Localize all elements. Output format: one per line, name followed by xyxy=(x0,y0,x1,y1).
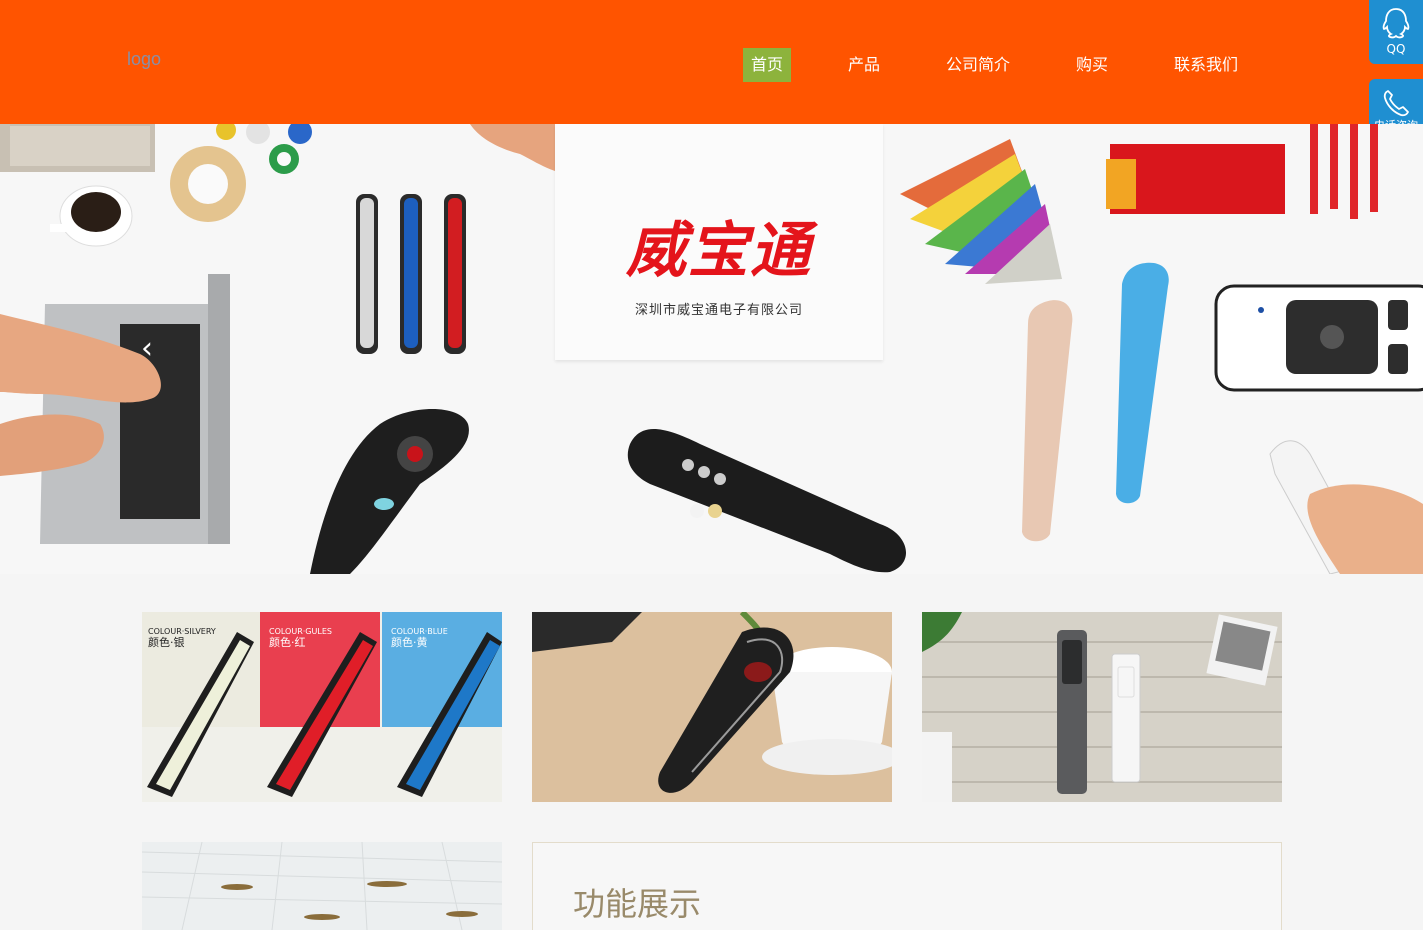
remote-pair-illustration xyxy=(922,612,1282,802)
qq-label: QQ xyxy=(1386,42,1406,56)
nav-item-buy[interactable]: 购买 xyxy=(1068,48,1116,82)
nav-item-products[interactable]: 产品 xyxy=(840,48,888,82)
hero-banner: 威宝通 深圳市威宝通电子有限公司 ‹ xyxy=(0,124,1423,574)
nav-item-home[interactable]: 首页 xyxy=(743,48,791,82)
brand-name: 威宝通 xyxy=(626,216,812,286)
qq-contact-button[interactable]: QQ xyxy=(1369,0,1423,64)
carousel-dot-active[interactable] xyxy=(708,504,722,518)
brand-subtitle: 深圳市威宝通电子有限公司 xyxy=(634,303,803,318)
colour-pointers-illustration xyxy=(147,632,502,797)
office-ceiling-illustration xyxy=(142,842,502,930)
carousel-dots xyxy=(690,504,730,518)
product-tile-office[interactable] xyxy=(142,842,502,930)
product-tile-colours[interactable]: COLOUR·SILVERY 颜色·银 COLOUR·GULES 颜色·红 CO… xyxy=(142,612,502,802)
product-tile-air-mouse[interactable] xyxy=(532,612,892,802)
chevron-left-icon[interactable]: ‹ xyxy=(141,334,167,364)
brand-card: 威宝通 深圳市威宝通电子有限公司 xyxy=(555,124,883,360)
main-nav: 首页 产品 公司简介 购买 联系我们 xyxy=(0,48,1423,82)
site-header: logo 首页 产品 公司简介 购买 联系我们 xyxy=(0,0,1423,124)
qq-penguin-icon xyxy=(1382,8,1410,39)
feature-title: 功能展示 xyxy=(573,885,702,923)
carousel-dot[interactable] xyxy=(690,504,704,518)
phone-icon xyxy=(1383,90,1409,117)
air-mouse-illustration xyxy=(532,612,892,802)
feature-section: 功能展示 xyxy=(532,842,1282,930)
nav-item-about[interactable]: 公司简介 xyxy=(938,48,1018,82)
nav-item-contact[interactable]: 联系我们 xyxy=(1166,48,1246,82)
product-tile-remote-pair[interactable] xyxy=(922,612,1282,802)
